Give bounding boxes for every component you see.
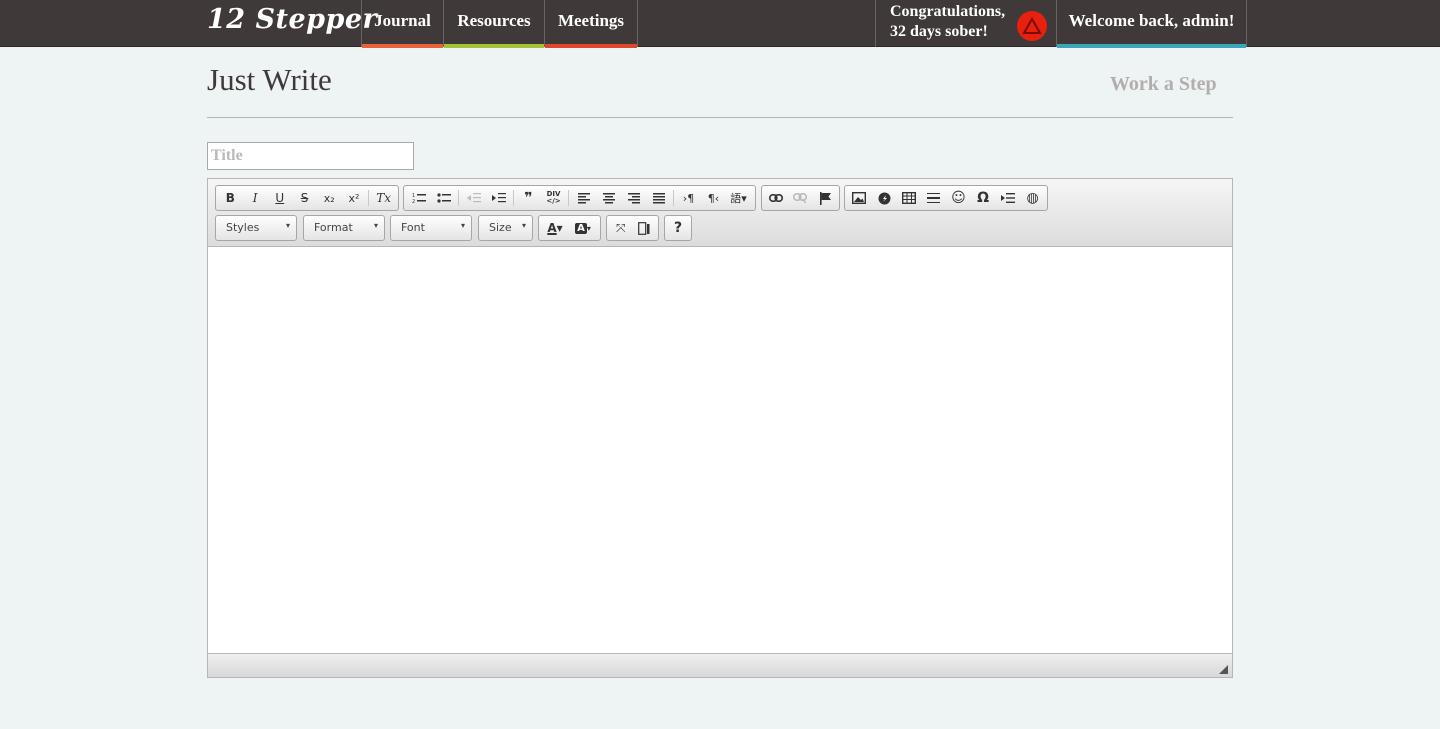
strikethrough-button[interactable]: S <box>292 187 317 209</box>
chevron-down-icon: ▾ <box>521 221 526 230</box>
size-dropdown-label: Size <box>489 221 512 234</box>
nav-meetings-underline <box>545 44 637 48</box>
font-dropdown-label: Font <box>401 221 425 234</box>
italic-button[interactable]: I <box>243 187 268 209</box>
welcome-underline <box>1057 44 1246 48</box>
user-welcome-menu[interactable]: Welcome back, admin! <box>1056 0 1247 48</box>
anchor-flag-icon[interactable] <box>813 187 837 209</box>
styles-dropdown-label: Styles <box>226 221 260 234</box>
show-blocks-icon[interactable] <box>633 217 657 239</box>
page-break-icon[interactable] <box>996 187 1021 209</box>
recovery-triangle-icon[interactable] <box>1017 11 1047 41</box>
nav-resources-underline <box>444 44 544 48</box>
svg-text:2: 2 <box>412 199 415 204</box>
header-divider <box>207 117 1233 118</box>
format-dropdown-label: Format <box>314 221 353 234</box>
align-right-icon[interactable] <box>621 187 646 209</box>
table-icon[interactable] <box>897 187 922 209</box>
help-group: ? <box>664 215 692 241</box>
special-character-icon[interactable]: Ω <box>971 187 996 209</box>
nav-resources-label: Resources <box>457 11 531 30</box>
remove-format-button[interactable]: Tx <box>371 187 396 209</box>
paragraph-group: 12 ❞ DIV </> ›¶ ¶‹ 語▾ <box>403 185 756 211</box>
create-div-icon[interactable]: DIV </> <box>541 187 566 209</box>
nav-journal[interactable]: Journal <box>361 0 443 48</box>
background-color-icon[interactable]: A ▾ <box>569 217 597 239</box>
help-icon[interactable]: ? <box>667 217 689 239</box>
top-navigation-bar: 12 Stepper Journal Resources Meetings Co… <box>0 0 1440 48</box>
toolbar-separator <box>368 190 370 206</box>
toolbar-separator <box>568 190 569 206</box>
font-dropdown[interactable]: Font ▾ <box>390 215 472 241</box>
bold-button[interactable]: B <box>218 187 243 209</box>
language-icon[interactable]: 語▾ <box>726 187 751 209</box>
work-a-step-link[interactable]: Work a Step <box>1110 73 1217 96</box>
resize-handle-icon[interactable] <box>1219 665 1228 674</box>
iframe-globe-icon[interactable]: ◍ <box>1020 187 1045 209</box>
numbered-list-icon[interactable]: 12 <box>406 187 431 209</box>
nav-journal-label: Journal <box>374 11 431 30</box>
nav-journal-underline <box>362 44 443 48</box>
unlink-icon[interactable] <box>788 187 812 209</box>
links-group <box>761 185 840 211</box>
flash-icon[interactable] <box>872 187 897 209</box>
subscript-button[interactable]: x₂ <box>317 187 342 209</box>
editor-content-area[interactable] <box>208 247 1232 653</box>
horizontal-line-icon[interactable] <box>921 187 946 209</box>
sobriety-status: Congratulations, 32 days sober! <box>875 0 1056 47</box>
nav-meetings[interactable]: Meetings <box>544 0 638 48</box>
size-dropdown[interactable]: Size ▾ <box>478 215 533 241</box>
toolbar-separator <box>513 190 514 206</box>
basic-styles-group: B I U S x₂ x² Tx <box>215 185 399 211</box>
image-icon[interactable] <box>847 187 872 209</box>
chevron-down-icon: ▾ <box>460 221 465 230</box>
nav-resources[interactable]: Resources <box>443 0 544 48</box>
text-direction-rtl-icon[interactable]: ¶‹ <box>701 187 726 209</box>
indent-icon[interactable] <box>486 187 511 209</box>
align-left-icon[interactable] <box>571 187 596 209</box>
rich-text-editor: B I U S x₂ x² Tx 12 ❞ DIV </> ›¶ ¶‹ 語▾ ☺… <box>207 178 1233 678</box>
page-title: Just Write <box>207 62 332 97</box>
chevron-down-icon: ▾ <box>373 221 378 230</box>
app-logo[interactable]: 12 Stepper <box>207 4 377 35</box>
chevron-down-icon: ▾ <box>285 221 290 230</box>
toolbar-separator <box>458 190 459 206</box>
bulleted-list-icon[interactable] <box>431 187 456 209</box>
align-center-icon[interactable] <box>596 187 621 209</box>
text-color-icon[interactable]: A ▾ <box>541 217 569 239</box>
editor-toolbar: B I U S x₂ x² Tx 12 ❞ DIV </> ›¶ ¶‹ 語▾ ☺… <box>208 179 1232 247</box>
link-icon[interactable] <box>764 187 788 209</box>
toolbar-separator <box>673 190 674 206</box>
format-dropdown[interactable]: Format ▾ <box>303 215 385 241</box>
outdent-icon[interactable] <box>461 187 486 209</box>
superscript-button[interactable]: x² <box>342 187 367 209</box>
maximize-icon[interactable]: ⤧ <box>609 217 633 239</box>
text-direction-ltr-icon[interactable]: ›¶ <box>676 187 701 209</box>
styles-dropdown[interactable]: Styles ▾ <box>215 215 297 241</box>
justify-icon[interactable] <box>646 187 671 209</box>
nav-meetings-label: Meetings <box>557 11 625 30</box>
welcome-text: Welcome back, admin! <box>1068 11 1235 30</box>
colors-group: A ▾ A ▾ <box>538 215 601 241</box>
tools-group: ⤧ <box>606 215 659 241</box>
smiley-icon[interactable]: ☺ <box>946 187 971 209</box>
title-input[interactable] <box>207 142 414 170</box>
blockquote-icon[interactable]: ❞ <box>516 187 541 209</box>
editor-status-bar <box>208 653 1232 677</box>
underline-button[interactable]: U <box>267 187 292 209</box>
insert-group: ☺ Ω ◍ <box>844 185 1048 211</box>
